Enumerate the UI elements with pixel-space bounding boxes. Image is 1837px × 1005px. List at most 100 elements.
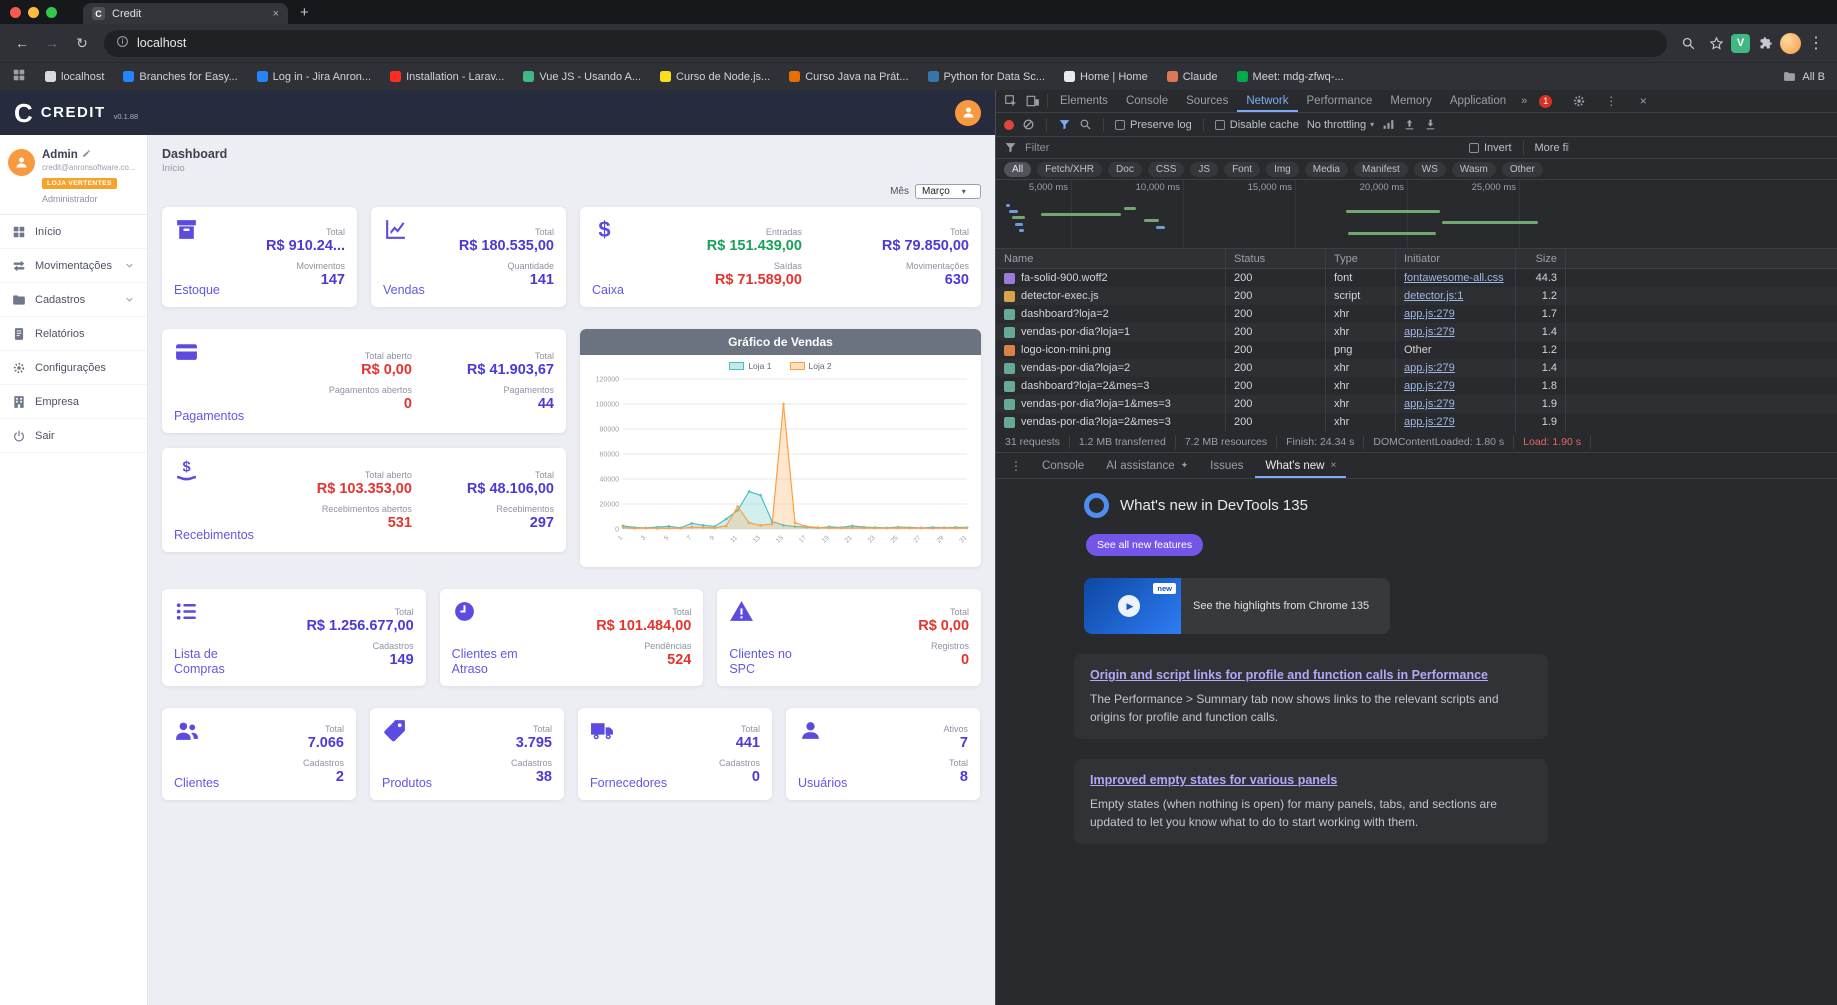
bookmark-item[interactable]: Python for Data Sc... xyxy=(927,71,1045,83)
card-recebimentos[interactable]: $ Recebimentos Total aberto R$ 103.353,00 Re… xyxy=(162,448,566,552)
filter-chip-other[interactable]: Other xyxy=(1501,161,1543,177)
clear-button[interactable] xyxy=(1022,118,1035,131)
request-initiator[interactable]: fontawesome-all.css xyxy=(1404,272,1504,284)
disable-cache-checkbox[interactable]: Disable cache xyxy=(1214,119,1299,131)
reload-button[interactable]: ↻ xyxy=(68,35,96,52)
settings-gear-icon[interactable] xyxy=(1568,94,1590,108)
close-icon[interactable]: × xyxy=(1330,460,1336,471)
network-request-row[interactable]: vendas-por-dia?loja=1 200 xhr app.js:279 1.4 xyxy=(996,323,1837,341)
browser-menu-icon[interactable]: ⋮ xyxy=(1803,33,1829,53)
tab-performance[interactable]: Performance xyxy=(1298,90,1382,112)
card-lista-compras[interactable]: Lista de Compras Total R$ 1.256.677,00 Cada… xyxy=(162,589,426,686)
video-thumbnail[interactable]: new ▶ xyxy=(1084,578,1181,634)
back-button[interactable]: ← xyxy=(8,35,36,51)
card-estoque[interactable]: Estoque Total R$ 910.24... Movimentos 147 xyxy=(162,207,357,307)
bookmark-item[interactable]: localhost xyxy=(45,71,104,83)
highlight-video-card[interactable]: new ▶ See the highlights from Chrome 135 xyxy=(1084,578,1390,634)
all-bookmarks-button[interactable]: All B xyxy=(1783,70,1825,83)
profile-avatar[interactable] xyxy=(1780,32,1801,54)
card-pagamentos[interactable]: Pagamentos Total aberto R$ 0,00 Pagamentos … xyxy=(162,329,566,433)
filter-chip-ws[interactable]: WS xyxy=(1413,161,1446,177)
sidebar-item-configuracoes[interactable]: Configurações xyxy=(0,351,147,385)
drawer-tab-console[interactable]: Console xyxy=(1032,453,1094,478)
search-icon[interactable] xyxy=(1675,36,1701,51)
edit-pencil-icon[interactable] xyxy=(82,149,91,161)
bookmark-star-icon[interactable] xyxy=(1703,36,1729,51)
network-request-row[interactable]: dashboard?loja=2&mes=3 200 xhr app.js:279 1.… xyxy=(996,377,1837,395)
sidebar-item-movimentacoes[interactable]: Movimentações xyxy=(0,249,147,283)
extensions-puzzle-icon[interactable] xyxy=(1752,36,1778,51)
browser-tab[interactable]: C Credit × xyxy=(83,3,288,24)
filter-chip-wasm[interactable]: Wasm xyxy=(1451,161,1496,177)
bookmark-item[interactable]: Claude xyxy=(1166,71,1218,83)
request-initiator[interactable]: app.js:279 xyxy=(1404,416,1455,428)
network-overview[interactable]: 5,000 ms 10,000 ms 15,000 ms 20,000 ms 25,00… xyxy=(996,180,1837,249)
network-request-row[interactable]: vendas-por-dia?loja=1&mes=3 200 xhr app.js:… xyxy=(996,395,1837,413)
request-initiator[interactable]: app.js:279 xyxy=(1404,308,1455,320)
invert-checkbox[interactable]: Invert xyxy=(1469,142,1512,154)
inspect-element-icon[interactable] xyxy=(1000,94,1022,108)
network-request-row[interactable]: vendas-por-dia?loja=2&mes=3 200 xhr app.js:… xyxy=(996,413,1837,431)
record-button[interactable] xyxy=(1004,119,1014,130)
more-filters-button[interactable]: More filters xyxy=(1535,142,1569,154)
drawer-tab-ai-assistance[interactable]: AI assistance ✦ xyxy=(1096,453,1198,478)
device-toolbar-icon[interactable] xyxy=(1022,94,1044,108)
filter-chip-all[interactable]: All xyxy=(1004,161,1032,177)
filter-chip-fetch-xhr[interactable]: Fetch/XHR xyxy=(1037,161,1103,177)
network-request-row[interactable]: dashboard?loja=2 200 xhr app.js:279 1.7 xyxy=(996,305,1837,323)
filter-chip-img[interactable]: Img xyxy=(1266,161,1299,177)
export-har-icon[interactable] xyxy=(1424,118,1437,131)
site-info-icon[interactable] xyxy=(116,35,129,51)
sidebar-item-relatorios[interactable]: Relatórios xyxy=(0,317,147,351)
tab-elements[interactable]: Elements xyxy=(1051,90,1117,112)
bookmark-item[interactable]: Curso Java na Prát... xyxy=(789,71,909,83)
card-clientes-spc[interactable]: Clientes no SPC Total R$ 0,00 Registros 0 xyxy=(717,589,982,686)
card-usuarios[interactable]: Usuários Ativos 7 Total 8 xyxy=(786,708,980,800)
filter-chip-doc[interactable]: Doc xyxy=(1108,161,1142,177)
sidebar-item-inicio[interactable]: Início xyxy=(0,215,147,249)
import-har-icon[interactable] xyxy=(1403,118,1416,131)
card-vendas[interactable]: Vendas Total R$ 180.535,00 Quantidade 141 xyxy=(371,207,566,307)
drawer-tab-what-s-new[interactable]: What's new × xyxy=(1255,453,1346,478)
new-tab-button[interactable]: + xyxy=(300,4,309,21)
month-select[interactable]: Março ▾ xyxy=(915,184,981,199)
error-badge[interactable]: 1 xyxy=(1539,94,1553,108)
column-header-initiator[interactable]: Initiator xyxy=(1396,249,1516,268)
request-initiator[interactable]: app.js:279 xyxy=(1404,398,1455,410)
filter-chip-js[interactable]: JS xyxy=(1190,161,1219,177)
close-window-button[interactable] xyxy=(10,6,21,18)
column-header-size[interactable]: Size xyxy=(1516,249,1566,268)
drawer-tab-issues[interactable]: Issues xyxy=(1200,453,1253,478)
article-link[interactable]: Improved empty states for various panels xyxy=(1090,772,1532,788)
tab-sources[interactable]: Sources xyxy=(1177,90,1237,112)
request-initiator[interactable]: app.js:279 xyxy=(1404,362,1455,374)
tab-memory[interactable]: Memory xyxy=(1381,90,1441,112)
close-devtools-icon[interactable]: × xyxy=(1632,94,1654,108)
throttling-select[interactable]: No throttling ▾ xyxy=(1307,119,1374,131)
filter-chip-media[interactable]: Media xyxy=(1304,161,1348,177)
forward-button[interactable]: → xyxy=(38,35,66,51)
more-tabs-button[interactable]: » xyxy=(1515,95,1533,107)
filter-chip-css[interactable]: CSS xyxy=(1147,161,1185,177)
article-link[interactable]: Origin and script links for profile and … xyxy=(1090,667,1532,683)
preserve-log-checkbox[interactable]: Preserve log xyxy=(1115,119,1192,131)
network-request-row[interactable]: logo-icon-mini.png 200 png Other 1.2 xyxy=(996,341,1837,359)
request-initiator[interactable]: detector.js:1 xyxy=(1404,290,1463,302)
minimize-window-button[interactable] xyxy=(28,6,39,18)
filter-input[interactable]: Filter xyxy=(1025,142,1461,154)
card-fornecedores[interactable]: Fornecedores Total 441 Cadastros 0 xyxy=(578,708,772,800)
tab-close-icon[interactable]: × xyxy=(273,8,279,20)
card-clientes[interactable]: Clientes Total 7.066 Cadastros 2 xyxy=(162,708,356,800)
sidebar-item-sair[interactable]: Sair xyxy=(0,419,147,453)
card-produtos[interactable]: Produtos Total 3.795 Cadastros 38 xyxy=(370,708,564,800)
network-search-icon[interactable] xyxy=(1079,118,1092,131)
sidebar-item-cadastros[interactable]: Cadastros xyxy=(0,283,147,317)
see-all-features-button[interactable]: See all new features xyxy=(1086,534,1204,556)
card-caixa[interactable]: $ Caixa Entradas R$ 151.439,00 Saídas R$ 71.5… xyxy=(580,207,981,307)
column-header-status[interactable]: Status xyxy=(1226,249,1326,268)
address-bar[interactable]: localhost xyxy=(104,29,1667,57)
user-avatar[interactable] xyxy=(955,99,981,126)
network-request-row[interactable]: vendas-por-dia?loja=2 200 xhr app.js:279 1.4 xyxy=(996,359,1837,377)
bookmark-item[interactable]: Meet: mdg-zfwq-... xyxy=(1236,71,1344,83)
tab-network[interactable]: Network xyxy=(1237,90,1297,112)
